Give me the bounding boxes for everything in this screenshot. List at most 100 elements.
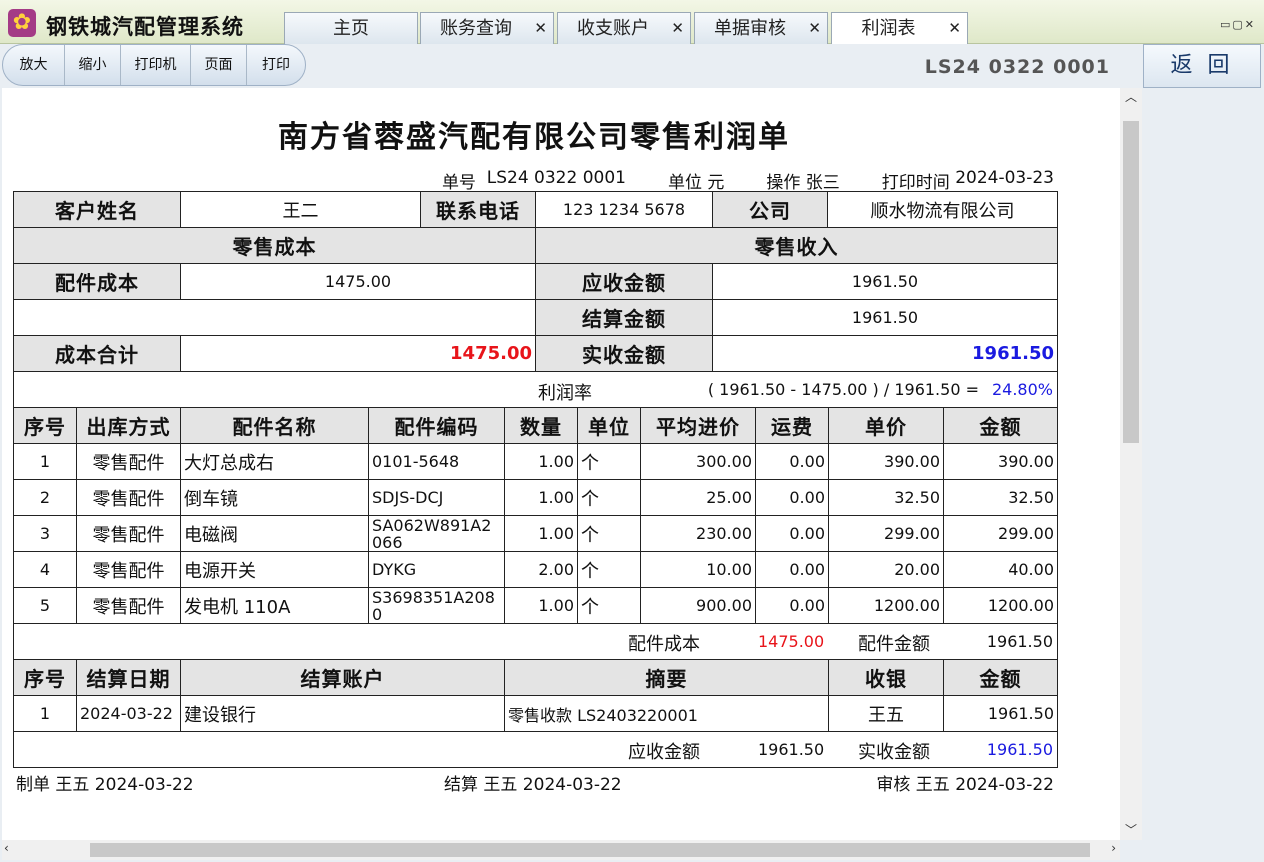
- received-label: 实收金额: [535, 335, 713, 372]
- close-icon[interactable]: ✕: [671, 13, 684, 44]
- cell-account: 建设银行: [180, 695, 505, 732]
- cell-name: 倒车镜: [180, 479, 369, 516]
- tab-profit-sheet[interactable]: 利润表 ✕: [831, 12, 968, 45]
- customer-name-label: 客户姓名: [13, 191, 181, 228]
- cell-price: 390.00: [828, 443, 944, 480]
- close-icon[interactable]: ✕: [948, 13, 961, 44]
- cell-method: 零售配件: [76, 587, 181, 624]
- print-button[interactable]: 打印: [247, 45, 305, 85]
- cell-no: 4: [13, 551, 77, 588]
- cell-code: S3698351A2080: [368, 587, 505, 624]
- print-time-value: 2024-03-23: [955, 168, 1054, 188]
- col-part-code: 配件编码: [368, 407, 505, 444]
- cell-method: 零售配件: [76, 443, 181, 480]
- chevron-down-icon[interactable]: ﹀: [1120, 821, 1142, 838]
- received-value: 1961.50: [712, 335, 1058, 372]
- chevron-left-icon[interactable]: ‹: [4, 841, 9, 855]
- cell-amount: 390.00: [943, 443, 1058, 480]
- cell-no: 5: [13, 587, 77, 624]
- cell-avg-price: 300.00: [640, 443, 756, 480]
- close-icon[interactable]: ✕: [534, 13, 547, 44]
- phone-label: 联系电话: [420, 191, 536, 228]
- col-no: 序号: [13, 407, 77, 444]
- zoom-out-button[interactable]: 缩小: [65, 45, 121, 85]
- tab-label: 单据审核: [714, 18, 786, 39]
- tab-account-query[interactable]: 账务查询 ✕: [420, 12, 554, 44]
- zoom-in-button[interactable]: 放大: [3, 45, 65, 85]
- scroll-thumb[interactable]: [90, 843, 1090, 857]
- cell-code: 0101-5648: [368, 443, 505, 480]
- vertical-scrollbar[interactable]: ︿ ﹀: [1120, 88, 1142, 840]
- cell-amount: 299.00: [943, 515, 1058, 552]
- cell-avg-price: 25.00: [640, 479, 756, 516]
- table-row: 2 零售配件 倒车镜 SDJS-DCJ 1.00 个 25.00 0.00 32…: [13, 479, 1058, 516]
- cell-qty: 1.00: [504, 515, 578, 552]
- settle-receivable-label: 应收金额: [628, 742, 700, 763]
- col-cashier: 收银: [828, 659, 944, 696]
- col-freight: 运费: [755, 407, 829, 444]
- cell-cashier: 王五: [828, 695, 944, 732]
- settled-value: 1961.50: [712, 299, 1058, 336]
- printer-button[interactable]: 打印机: [121, 45, 191, 85]
- settlement-table: 序号 结算日期 结算账户 摘要 收银 金额 1 2024-03-22 建设银行 …: [13, 659, 1058, 768]
- horizontal-scrollbar[interactable]: ‹ ›: [2, 840, 1120, 860]
- auditor-signature: 审核 王五 2024-03-22: [876, 775, 1054, 795]
- cell-method: 零售配件: [76, 515, 181, 552]
- report-paper: 南方省蓉盛汽配有限公司零售利润单 单号 LS24 0322 0001 单位 元 …: [2, 88, 1120, 840]
- cell-unit: 个: [577, 479, 641, 516]
- col-settle-date: 结算日期: [76, 659, 181, 696]
- cell-freight: 0.00: [755, 587, 829, 624]
- empty-cell: [13, 299, 536, 336]
- cell-amount: 40.00: [943, 551, 1058, 588]
- col-no: 序号: [13, 659, 77, 696]
- tab-doc-audit[interactable]: 单据审核 ✕: [694, 12, 828, 44]
- tab-home[interactable]: 主页: [284, 12, 418, 44]
- table-row: 1 2024-03-22 建设银行 零售收款 LS2403220001 王五 1…: [13, 695, 1058, 732]
- page-setup-button[interactable]: 页面: [191, 45, 247, 85]
- unit-label: 单位: [667, 173, 702, 193]
- margin-value: 24.80%: [991, 380, 1053, 399]
- tab-label: 收支账户: [577, 18, 649, 39]
- cell-avg-price: 900.00: [640, 587, 756, 624]
- close-icon[interactable]: ✕: [808, 13, 821, 44]
- cell-unit: 个: [577, 515, 641, 552]
- receivable-label: 应收金额: [535, 263, 713, 300]
- col-unit: 单位: [577, 407, 641, 444]
- cell-memo: 零售收款 LS2403220001: [504, 695, 829, 732]
- cell-amount: 1200.00: [943, 587, 1058, 624]
- items-amount-label: 配件金额: [858, 634, 930, 655]
- cell-method: 零售配件: [76, 479, 181, 516]
- col-settle-account: 结算账户: [180, 659, 505, 696]
- settle-footer-row: 应收金额 1961.50 实收金额 1961.50: [13, 731, 1058, 768]
- summary-table: 客户姓名 王二 联系电话 123 1234 5678 公司 顺水物流有限公司 零…: [13, 191, 1058, 408]
- cell-price: 32.50: [828, 479, 944, 516]
- table-row: 3 零售配件 电磁阀 SA062W891A2066 1.00 个 230.00 …: [13, 515, 1058, 552]
- scroll-thumb[interactable]: [1123, 121, 1139, 443]
- cell-price: 1200.00: [828, 587, 944, 624]
- chevron-right-icon[interactable]: ›: [1111, 841, 1116, 855]
- tab-income-expense[interactable]: 收支账户 ✕: [557, 12, 691, 44]
- cell-amount: 32.50: [943, 479, 1058, 516]
- items-footer-cell: 配件成本 1475.00 配件金额 1961.50: [13, 623, 1058, 660]
- settle-receivable-value: 1961.50: [758, 740, 825, 759]
- company-value: 顺水物流有限公司: [827, 191, 1058, 228]
- items-table: 序号 出库方式 配件名称 配件编码 数量 单位 平均进价 运费 单价 金额 1 …: [13, 407, 1058, 660]
- chevron-up-icon[interactable]: ︿: [1120, 88, 1142, 105]
- operator-label: 操作: [766, 173, 801, 193]
- col-memo: 摘要: [504, 659, 829, 696]
- items-amount-value: 1961.50: [986, 632, 1053, 651]
- app-logo-icon: ✿: [8, 9, 36, 37]
- retail-income-header: 零售收入: [535, 227, 1058, 264]
- doc-no-value: LS24 0322 0001: [486, 168, 626, 188]
- back-button[interactable]: 返 回: [1143, 44, 1261, 88]
- app-title: 钢铁城汽配管理系统: [46, 15, 244, 39]
- profit-margin-row: 利润率 ( 1961.50 - 1475.00 ) / 1961.50 = 24…: [13, 371, 1058, 408]
- customer-name-value: 王二: [180, 191, 421, 228]
- table-row: 1 零售配件 大灯总成右 0101-5648 1.00 个 300.00 0.0…: [13, 443, 1058, 480]
- window-controls[interactable]: ▭▢✕: [1220, 18, 1256, 31]
- cell-freight: 0.00: [755, 443, 829, 480]
- col-avg-price: 平均进价: [640, 407, 756, 444]
- cell-unit: 个: [577, 443, 641, 480]
- phone-value: 123 1234 5678: [535, 191, 713, 228]
- cost-total-value: 1475.00: [180, 335, 536, 372]
